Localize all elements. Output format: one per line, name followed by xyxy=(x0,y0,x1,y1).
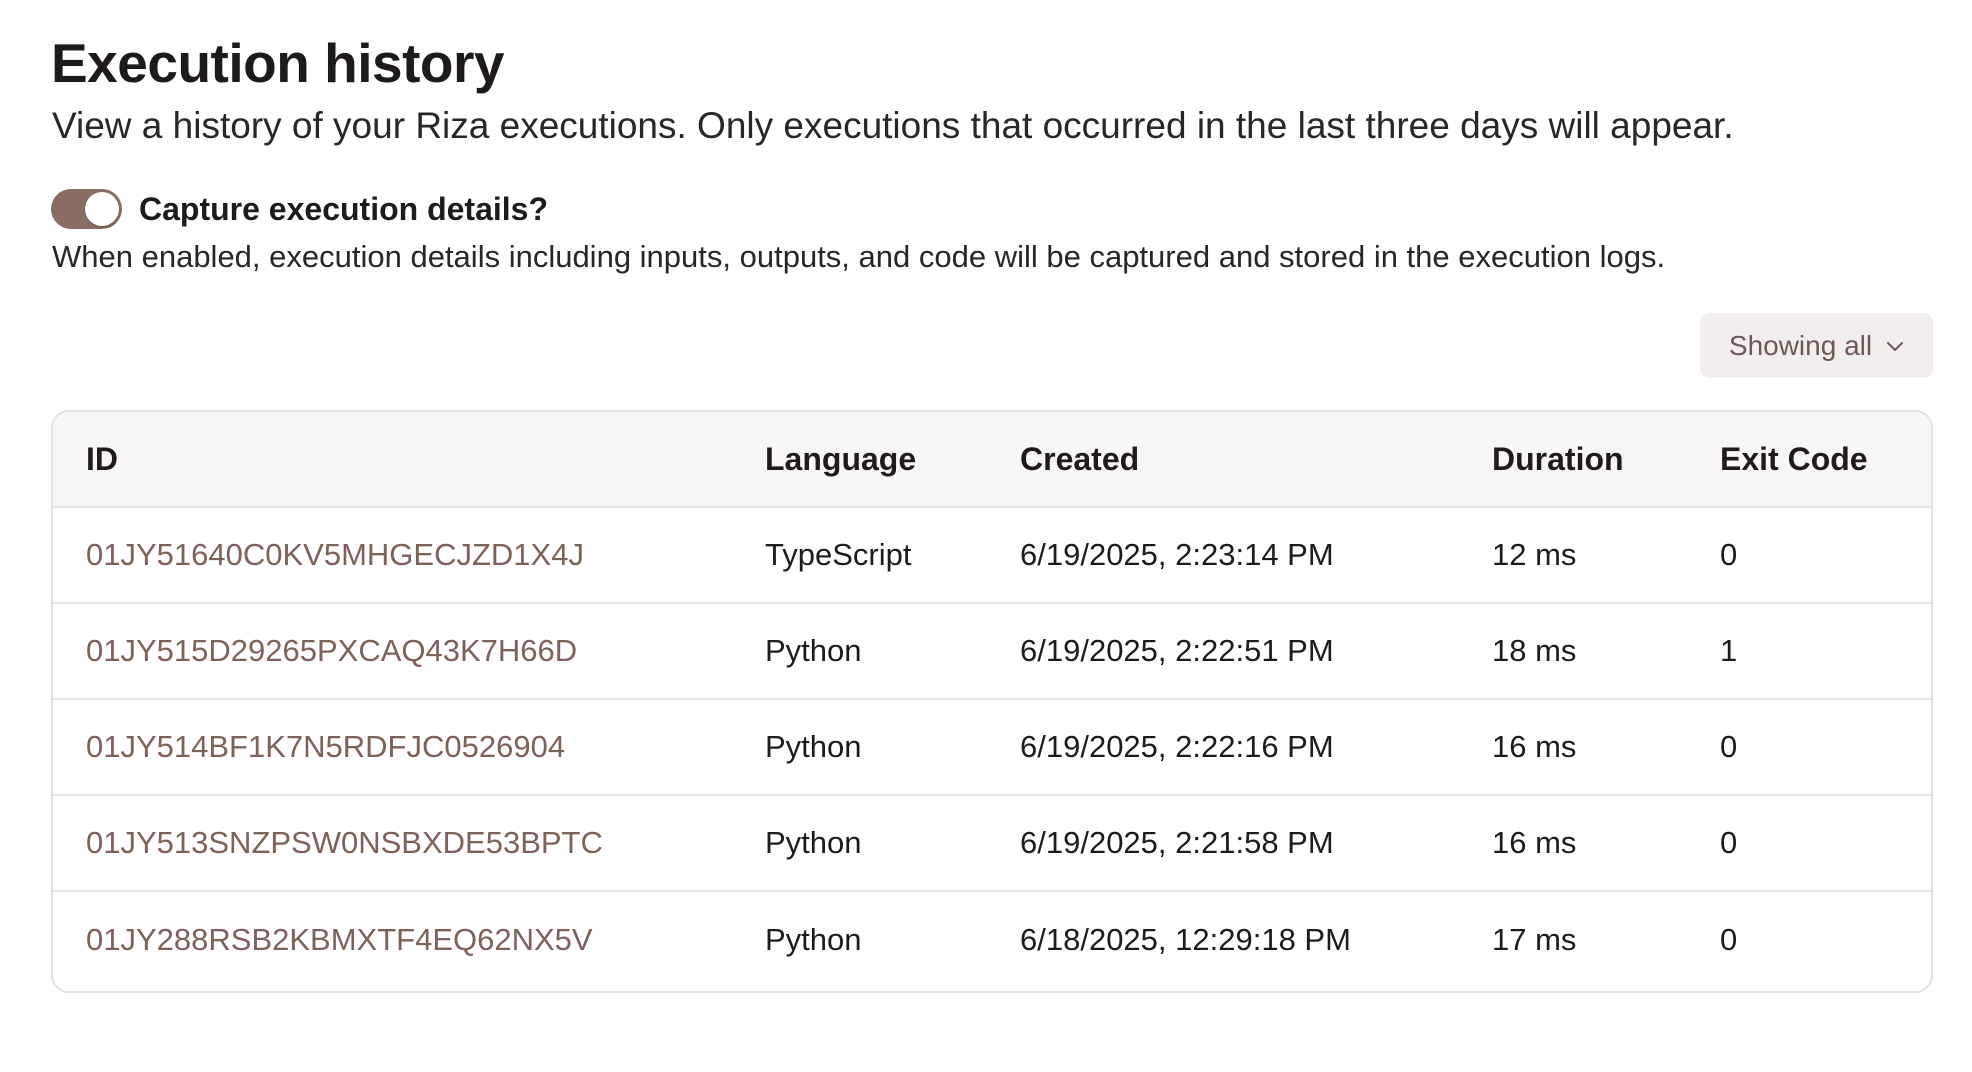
column-header-duration: Duration xyxy=(1492,412,1720,508)
execution-id-link[interactable]: 01JY288RSB2KBMXTF4EQ62NX5V xyxy=(86,922,593,957)
table-row: 01JY288RSB2KBMXTF4EQ62NX5V Python 6/18/2… xyxy=(53,891,1931,987)
column-header-language: Language xyxy=(765,412,1020,508)
table-row: 01JY51640C0KV5MHGECJZD1X4J TypeScript 6/… xyxy=(53,507,1931,604)
exit-code-cell: 0 xyxy=(1720,921,1738,957)
execution-id-link[interactable]: 01JY514BF1K7N5RDFJC0526904 xyxy=(86,729,565,764)
page-title: Execution history xyxy=(51,32,504,94)
duration-cell: 18 ms xyxy=(1492,603,1720,700)
execution-id-link[interactable]: 01JY513SNZPSW0NSBXDE53BPTC xyxy=(86,825,603,860)
created-cell: 6/19/2025, 2:23:14 PM xyxy=(1020,507,1492,604)
language-cell: Python xyxy=(765,699,1020,796)
capture-details-row: Capture execution details? xyxy=(51,187,548,231)
filter-dropdown-label: Showing all xyxy=(1728,329,1873,361)
execution-id-link[interactable]: 01JY515D29265PXCAQ43K7H66D xyxy=(86,633,577,668)
created-cell: 6/19/2025, 2:22:16 PM xyxy=(1020,699,1492,796)
execution-id-link[interactable]: 01JY51640C0KV5MHGECJZD1X4J xyxy=(86,537,584,572)
language-cell: Python xyxy=(765,795,1020,892)
executions-table: ID Language Created Duration Exit Code 0… xyxy=(53,412,1931,987)
execution-id-cell: 01JY515D29265PXCAQ43K7H66D xyxy=(53,603,765,700)
exit-code-cell: 0 xyxy=(1720,795,1931,892)
exit-code-cell: 0 xyxy=(1720,699,1931,796)
execution-id-cell: 01JY51640C0KV5MHGECJZD1X4J xyxy=(53,507,765,604)
duration-cell: 16 ms xyxy=(1492,795,1720,892)
execution-id-cell: 01JY513SNZPSW0NSBXDE53BPTC xyxy=(53,795,765,892)
language-cell: Python xyxy=(765,921,862,957)
table-body: 01JY51640C0KV5MHGECJZD1X4J TypeScript 6/… xyxy=(53,507,1931,987)
duration-cell: 12 ms xyxy=(1492,507,1720,604)
executions-table-container: ID Language Created Duration Exit Code 0… xyxy=(51,410,1933,993)
table-row: 01JY515D29265PXCAQ43K7H66D Python 6/19/2… xyxy=(53,603,1931,700)
table-header-row: ID Language Created Duration Exit Code xyxy=(53,412,1931,508)
column-header-id: ID xyxy=(53,412,765,508)
execution-history-page: Execution history View a history of your… xyxy=(0,0,1972,1072)
capture-details-toggle[interactable] xyxy=(51,189,122,229)
table-header: ID Language Created Duration Exit Code xyxy=(53,412,1931,508)
created-cell: 6/19/2025, 2:21:58 PM xyxy=(1020,795,1492,892)
exit-code-cell: 0 xyxy=(1720,507,1931,604)
column-header-exit-code: Exit Code xyxy=(1720,412,1931,508)
language-cell: Python xyxy=(765,603,1020,700)
created-cell: 6/19/2025, 2:22:51 PM xyxy=(1020,603,1492,700)
execution-id-cell: 01JY514BF1K7N5RDFJC0526904 xyxy=(53,699,765,796)
filter-dropdown-button[interactable]: Showing all xyxy=(1700,313,1933,378)
column-header-created: Created xyxy=(1020,412,1492,508)
language-cell: TypeScript xyxy=(765,507,1020,604)
duration-cell: 16 ms xyxy=(1492,699,1720,796)
execution-id-cell: 01JY288RSB2KBMXTF4EQ62NX5V xyxy=(53,891,765,987)
duration-cell: 17 ms xyxy=(1492,921,1577,957)
table-row: 01JY513SNZPSW0NSBXDE53BPTC Python 6/19/2… xyxy=(53,795,1931,892)
page-subtitle: View a history of your Riza executions. … xyxy=(52,105,1734,146)
capture-details-description: When enabled, execution details includin… xyxy=(52,239,1666,274)
created-cell: 6/18/2025, 12:29:18 PM xyxy=(1020,921,1351,957)
toggle-knob xyxy=(85,192,119,226)
chevron-down-icon xyxy=(1886,340,1904,352)
table-row: 01JY514BF1K7N5RDFJC0526904 Python 6/19/2… xyxy=(53,699,1931,796)
exit-code-cell: 1 xyxy=(1720,603,1931,700)
capture-details-label: Capture execution details? xyxy=(139,191,548,227)
